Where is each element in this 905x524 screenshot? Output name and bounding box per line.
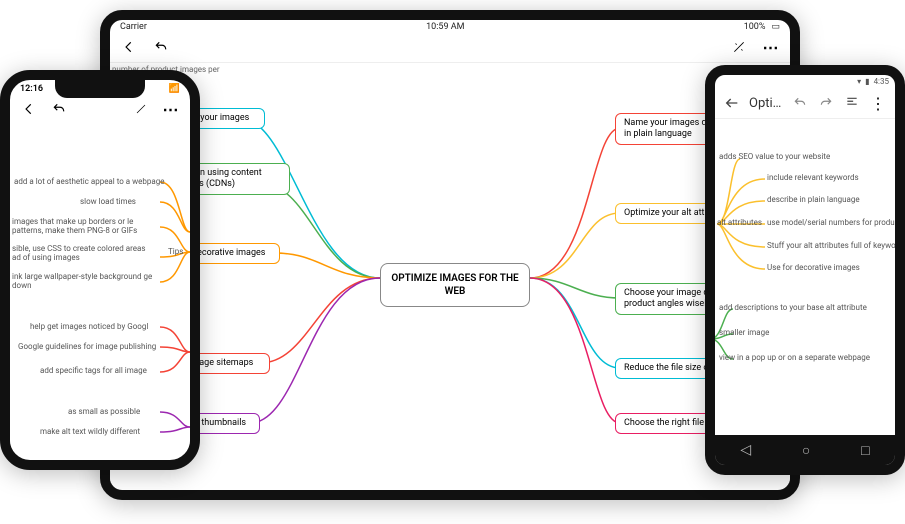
leaf-text: add a lot of aesthetic appeal to a webpa…	[14, 177, 174, 186]
leaf-text: Tips	[168, 247, 183, 256]
carrier-label: Carrier	[120, 22, 147, 32]
android-device: ▾ ▮ 4:35 Optimize… ⋮ adds SEO value to y…	[705, 65, 905, 475]
leaf-text: images that make up borders or le patter…	[12, 217, 162, 235]
battery-pct-label: 100%	[744, 22, 766, 32]
back-button[interactable]	[723, 94, 741, 112]
leaf-text: sible, use CSS to create colored areas a…	[12, 244, 152, 262]
leaf-text: make alt text wildly different	[40, 427, 140, 436]
clock-label: 4:35	[874, 77, 889, 86]
format-icon[interactable]	[843, 94, 861, 112]
undo-button[interactable]	[152, 38, 170, 56]
leaf-text: as small as possible	[68, 407, 140, 416]
leaf-text: include relevant keywords	[767, 173, 859, 182]
undo-button[interactable]	[791, 94, 809, 112]
leaf-text: ink large wallpaper-style background ge …	[12, 272, 162, 290]
leaf-text: add descriptions to your base alt attrib…	[719, 303, 867, 312]
android-status-bar: ▾ ▮ 4:35	[715, 75, 895, 88]
iphone-toolbar: ⋯	[10, 96, 190, 122]
redo-button[interactable]	[817, 94, 835, 112]
leaf-text: adds SEO value to your website	[719, 152, 830, 161]
tablet-device: Carrier 10:59 AM 100% ▭ ⋯	[100, 10, 800, 500]
tablet-status-bar: Carrier 10:59 AM 100% ▭	[110, 20, 790, 34]
more-vert-button[interactable]: ⋮	[869, 94, 887, 112]
leaf-text: Stuff your alt attributes full of keywor…	[767, 241, 895, 250]
clock-label: 10:59 AM	[426, 22, 464, 32]
wand-icon[interactable]	[730, 38, 748, 56]
android-connectors	[715, 119, 895, 429]
leaf-text: view in a pop up or on a separate webpag…	[719, 353, 870, 362]
leaf-text: use model/serial numbers for products	[767, 218, 895, 227]
android-canvas[interactable]: adds SEO value to your website include r…	[715, 119, 895, 429]
nav-recent-icon[interactable]: □	[861, 442, 869, 459]
nav-back-icon[interactable]: ◁	[740, 442, 751, 458]
nav-home-icon[interactable]: ○	[802, 442, 810, 459]
leaf-text: add specific tags for all image	[40, 366, 147, 375]
leaf-text: help get images noticed by Googl	[30, 322, 148, 331]
status-icons: 📶	[169, 84, 180, 94]
more-button[interactable]: ⋯	[162, 100, 180, 118]
leaf-text: describe in plain language	[767, 195, 860, 204]
android-nav-bar: ◁ ○ □	[715, 435, 895, 465]
leaf-text: alt attributes	[717, 218, 762, 227]
iphone-notch	[55, 80, 145, 98]
back-button[interactable]	[20, 100, 38, 118]
battery-icon: ▮	[865, 77, 869, 86]
battery-icon: ▭	[771, 22, 780, 32]
clock-label: 12:16	[20, 84, 43, 94]
leaf-text: Google guidelines for image publishing	[18, 342, 156, 351]
android-toolbar: Optimize… ⋮	[715, 88, 895, 119]
center-topic[interactable]: OPTIMIZE IMAGES FOR THE WEB	[380, 263, 530, 307]
tablet-toolbar: ⋯	[110, 34, 790, 63]
iphone-canvas[interactable]: add a lot of aesthetic appeal to a webpa…	[10, 122, 190, 454]
page-title: Optimize…	[749, 96, 783, 111]
undo-button[interactable]	[50, 100, 68, 118]
leaf-text: slow load times	[80, 197, 136, 206]
leaf-text: smaller image	[719, 328, 769, 337]
more-button[interactable]: ⋯	[762, 38, 780, 56]
wand-icon[interactable]	[132, 100, 150, 118]
mindmap-canvas[interactable]: OPTIMIZE IMAGES FOR THE WEB Test your im…	[110, 63, 790, 483]
leaf-text: Use for decorative images	[767, 263, 860, 272]
iphone-device: 12:16 📶 ⋯ add a lot of aesthetic appeal …	[0, 70, 200, 470]
signal-icon: ▾	[857, 77, 861, 86]
back-button[interactable]	[120, 38, 138, 56]
